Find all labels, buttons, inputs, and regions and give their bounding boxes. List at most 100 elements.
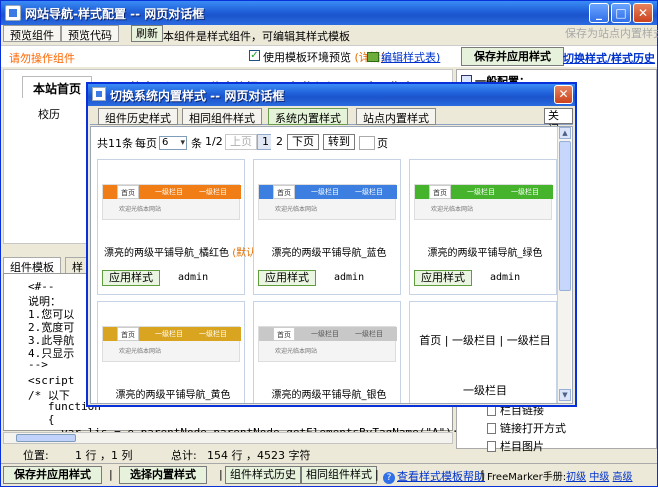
tab-site-builtin-style[interactable]: 站点内置样式: [356, 108, 436, 125]
thumbnail-nav: 一级栏目: [155, 188, 183, 196]
bottom-toolbar: 保存并应用样式 | 选择内置样式 | 组件样式历史 相同组件样式 | ? 查看样式…: [1, 463, 657, 486]
choose-builtin-style-button[interactable]: 选择内置样式: [119, 466, 207, 484]
scroll-down-icon[interactable]: ▼: [559, 389, 571, 401]
window-titlebar[interactable]: 网站导航-样式配置 -- 网页对话框 _ □ ✕: [1, 1, 657, 25]
fm-middle-link[interactable]: 中级: [589, 472, 609, 483]
text-nav-preview: 首页 | 一级栏目 | 一级栏目: [419, 334, 551, 347]
prev-page-button[interactable]: 上页: [225, 134, 257, 150]
maximize-button[interactable]: □: [611, 3, 631, 23]
close-button[interactable]: ✕: [633, 3, 653, 23]
thumbnail-home: 首页: [429, 185, 451, 199]
style-name: 漂亮的两级平铺导航_蓝色: [271, 248, 387, 259]
apply-style-button[interactable]: 应用样式: [258, 270, 316, 286]
text-nav-preview-2: 一级栏目: [463, 384, 507, 397]
style-name: 漂亮的两级平铺导航_绿色: [427, 248, 543, 259]
tab-preview-component[interactable]: 预览组件: [3, 25, 61, 42]
thumbnail-nav: 一级栏目: [511, 188, 539, 196]
scrollbar-thumb[interactable]: [559, 141, 571, 291]
tab-system-builtin-style[interactable]: 系统内置样式: [268, 108, 348, 125]
style-template-help-link[interactable]: ? 查看样式模板帮助: [383, 468, 485, 484]
style-card[interactable]: 首页 一级栏目 一级栏目 欢迎光临本网站 漂亮的两级平铺导航_蓝色 应用样式 a…: [253, 159, 401, 295]
component-style-history-button[interactable]: 组件样式历史: [225, 466, 301, 484]
minimize-button[interactable]: _: [589, 3, 609, 23]
thumbnail-welcome: 欢迎光临本网站: [275, 348, 318, 355]
save-apply-style-button[interactable]: 保存并应用样式: [3, 466, 102, 484]
same-component-style-button[interactable]: 相同组件样式: [301, 466, 377, 484]
style-thumbnail: 首页 一级栏目 一级栏目 欢迎光临本网站: [102, 184, 241, 220]
switch-style-history-link[interactable]: 切换样式/样式历史: [563, 50, 655, 66]
style-name: 漂亮的两级平铺导航_黄色: [115, 390, 231, 401]
style-card[interactable]: 首页 一级栏目 一级栏目 欢迎光临本网站 漂亮的两级平铺导航_绿色 应用样式 a…: [409, 159, 557, 295]
preview-nav-home[interactable]: 本站首页: [22, 76, 93, 98]
thumbnail-nav: 一级栏目: [355, 330, 383, 338]
separator: |: [109, 468, 113, 481]
tab-same-component-style[interactable]: 相同组件样式: [182, 108, 262, 125]
stylesheet-icon: [367, 52, 379, 62]
dialog-close-button[interactable]: ✕: [554, 85, 573, 104]
thumbnail-welcome: 欢迎光临本网站: [119, 206, 162, 213]
dialog-tabs: 组件历史样式 相同组件样式 系统内置样式 站点内置样式 关闭: [90, 107, 573, 136]
position-value: 1 行 ，1 列: [75, 449, 133, 462]
thumbnail-home: 首页: [273, 185, 295, 199]
thumbnail-welcome: 欢迎光临本网站: [431, 206, 474, 213]
tab-preview-code[interactable]: 预览代码: [61, 25, 119, 42]
edit-stylesheet-link[interactable]: 编辑样式表): [367, 49, 440, 65]
code-line: {: [28, 413, 55, 426]
style-grid: 首页 一级栏目 一级栏目 欢迎光临本网站 漂亮的两级平铺导航_橘红色 (默认) …: [97, 159, 557, 403]
thumbnail-nav: 一级栏目: [467, 188, 495, 196]
refresh-button[interactable]: 刷新: [131, 25, 163, 42]
page-suffix: 页: [377, 137, 388, 150]
per-page-select[interactable]: 6: [159, 136, 187, 150]
dialog-vertical-scrollbar[interactable]: ▲ ▼: [557, 127, 571, 403]
tab-component-history-style[interactable]: 组件历史样式: [98, 108, 178, 125]
style-name: 漂亮的两级平铺导航_橘红色 (默认): [104, 248, 260, 259]
use-template-env-checkbox[interactable]: ✓: [249, 50, 260, 61]
total-count: 共11条: [97, 137, 133, 150]
switch-style-dialog: 切换系统内置样式 -- 网页对话框 ✕ 组件历史样式 相同组件样式 系统内置样式…: [86, 82, 577, 407]
next-page-button[interactable]: 下页: [287, 134, 319, 150]
fm-beginner-link[interactable]: 初级: [566, 472, 586, 483]
options-row: 请勿操作组件 ✓ 使用模板环境预览 (详情) 编辑样式表) 保存并应用样式 切换…: [1, 45, 657, 67]
style-thumbnail: 首页 一级栏目 一级栏目 欢迎光临本网站: [414, 184, 553, 220]
save-as-site-builtin-hint: 保存为站点内置样式: [565, 27, 658, 40]
config-item-open-mode[interactable]: 链接打开方式: [487, 420, 566, 436]
separator: |: [375, 468, 379, 481]
thumbnail-home: 首页: [273, 327, 295, 341]
window-app-icon: [5, 5, 21, 21]
goto-page-button[interactable]: 转到: [323, 134, 355, 150]
dialog-app-icon: [92, 87, 106, 101]
window-title: 网站导航-样式配置 -- 网页对话框: [25, 7, 205, 21]
freemarker-manual: FreeMarker手册:初级 中级 高级: [487, 472, 633, 483]
style-card[interactable]: 首页 一级栏目 一级栏目 欢迎光临本网站 漂亮的两级平铺导航_银色: [253, 301, 401, 403]
style-thumbnail: 首页 一级栏目 一级栏目 欢迎光临本网站: [258, 326, 397, 362]
status-bar: 位置: 1 行 ，1 列 总计: 154 行 ，4523 字符: [1, 445, 657, 463]
style-name: 漂亮的两级平铺导航_银色: [271, 390, 387, 401]
tab-component-template[interactable]: 组件模板: [3, 257, 61, 274]
dialog-close-link[interactable]: 关闭: [544, 108, 573, 136]
style-author: admin: [490, 272, 521, 283]
thumbnail-nav: 一级栏目: [155, 330, 183, 338]
style-card[interactable]: 首页 一级栏目 一级栏目 欢迎光临本网站 漂亮的两级平铺导航_黄色: [97, 301, 245, 403]
apply-style-button[interactable]: 应用样式: [102, 270, 160, 286]
separator: |: [481, 468, 485, 481]
scrollbar-thumb[interactable]: [16, 434, 76, 442]
save-apply-style-button-top[interactable]: 保存并应用样式: [461, 47, 564, 66]
thumbnail-welcome: 欢迎光临本网站: [119, 348, 162, 355]
help-icon: ?: [383, 472, 395, 484]
dialog-titlebar[interactable]: 切换系统内置样式 -- 网页对话框 ✕: [88, 84, 575, 106]
code-line: -->: [28, 358, 48, 371]
goto-page-input[interactable]: [359, 136, 375, 150]
scroll-up-icon[interactable]: ▲: [559, 127, 571, 139]
style-author: admin: [334, 272, 365, 283]
preview-sub-item[interactable]: 校历: [38, 106, 60, 122]
page-2-button[interactable]: 2: [271, 134, 288, 150]
style-card[interactable]: 首页 一级栏目 一级栏目 欢迎光临本网站 漂亮的两级平铺导航_橘红色 (默认) …: [97, 159, 260, 295]
code-horizontal-scrollbar[interactable]: [3, 432, 453, 444]
code-line: <script: [28, 374, 75, 387]
fm-advanced-link[interactable]: 高级: [613, 472, 633, 483]
style-card[interactable]: 首页 | 一级栏目 | 一级栏目 一级栏目: [409, 301, 557, 403]
apply-style-button[interactable]: 应用样式: [414, 270, 472, 286]
document-icon: [487, 423, 496, 434]
thumbnail-nav: 一级栏目: [311, 330, 339, 338]
dialog-body: 共11条 每页 6 条 1/2 上页 1 2 下页 转到 页 首页 一级栏目 一…: [90, 126, 573, 404]
